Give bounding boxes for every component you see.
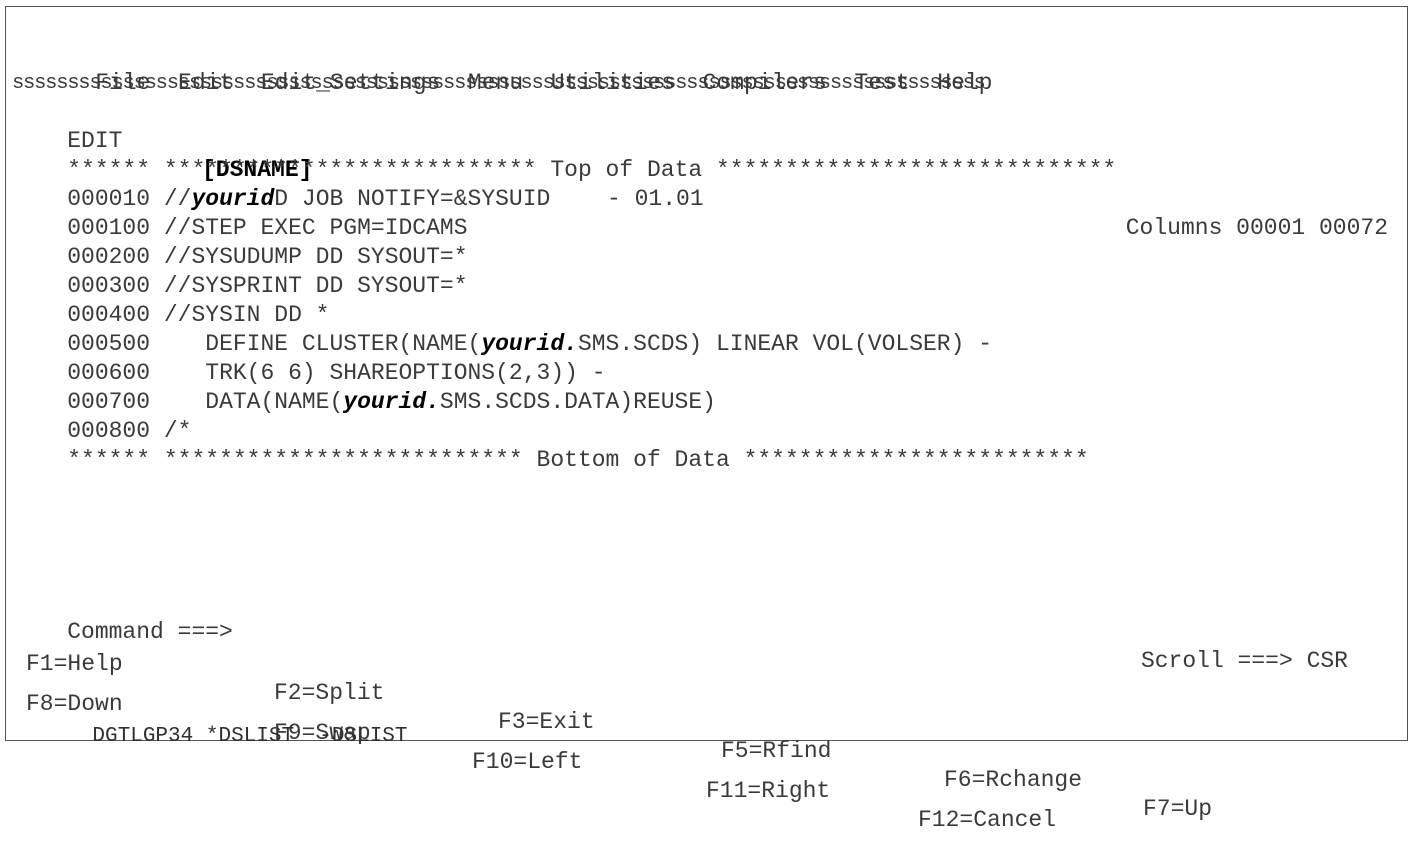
- session-status-line: DGTLGP34 *DSLIST -DSLIST: [42, 693, 407, 780]
- scroll-amount-field[interactable]: CSR: [1307, 648, 1348, 674]
- f5-rfind-key[interactable]: F5=Rfind: [721, 737, 831, 766]
- line-prefix-stars: ******: [67, 447, 151, 473]
- session-tab-active[interactable]: *DSLIST: [206, 725, 294, 748]
- f7-up-key[interactable]: F7=Up: [1143, 795, 1212, 824]
- marker-stars-right: *****************************: [715, 157, 1117, 183]
- ispf-terminal-window: File Edit Edit_Settings Menu Utilities C…: [5, 6, 1408, 833]
- marker-stars-right: *************************: [743, 447, 1089, 473]
- scroll-indicator: Scroll ===> CSR: [1141, 647, 1348, 676]
- placeholder-text[interactable]: yourid.: [343, 389, 440, 415]
- top-of-data-text: Top of Data: [550, 157, 703, 183]
- marker-stars-left: **************************: [163, 447, 523, 473]
- columns-indicator: Columns 00001 00072: [1125, 215, 1388, 241]
- command-label: Command ===>: [67, 619, 233, 645]
- f6-rchange-key[interactable]: F6=Rchange: [944, 766, 1082, 795]
- bottom-of-data-text: Bottom of Data: [536, 447, 730, 473]
- f11-right-key[interactable]: F11=Right: [706, 777, 830, 806]
- command-line: Command ===> Scroll ===> CSR: [12, 589, 1348, 705]
- terminal-id: DGTLGP34: [92, 725, 194, 748]
- f10-left-key[interactable]: F10=Left: [472, 748, 582, 777]
- scroll-label: Scroll ===>: [1140, 648, 1293, 674]
- f3-exit-key[interactable]: F3=Exit: [498, 708, 595, 737]
- menu-separator: ssssssssssssssssssssssssssssssssssssssss…: [12, 72, 986, 95]
- line-text[interactable]: SMS.SCDS) LINEAR VOL(VOLSER) -: [578, 331, 992, 357]
- line-text[interactable]: SMS.SCDS.DATA)REUSE): [440, 389, 716, 415]
- bottom-of-data-marker: ****** ************************** Bottom…: [12, 417, 1089, 504]
- session-tab-inactive[interactable]: -DSLIST: [319, 725, 407, 748]
- f12-cancel-key[interactable]: F12=Cancel: [918, 806, 1056, 835]
